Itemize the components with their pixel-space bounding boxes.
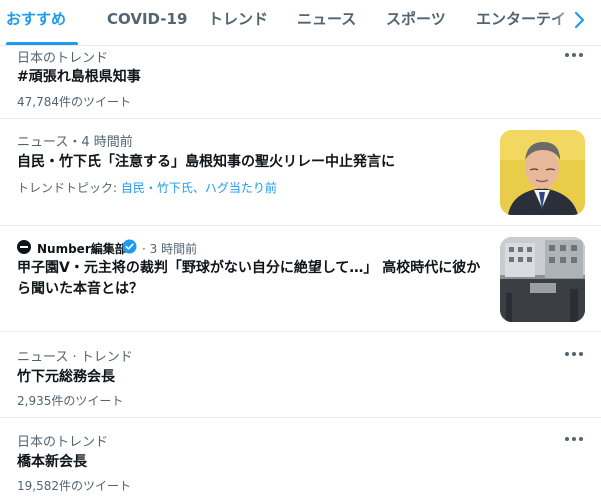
trend-item[interactable]: 日本のトレンド #頑張れ島根県知事 47,784件のツイート — [0, 46, 601, 119]
explore-tabs: おすすめ COVID-19 トレンド ニュース スポーツ エンターテイ — [0, 0, 601, 46]
tab-sports[interactable]: スポーツ — [386, 0, 446, 45]
trend-meta: ニュース · トレンド — [17, 350, 133, 365]
trend-tweet-count: 2,935件のツイート — [17, 394, 124, 408]
trend-item[interactable]: 日本のトレンド 橋本新会長 19,582件のツイート — [0, 418, 601, 498]
tab-news[interactable]: ニュース — [297, 0, 356, 45]
trend-title: #頑張れ島根県知事 — [17, 69, 141, 85]
news-photo-thumbnail — [500, 130, 585, 215]
tab-recommended[interactable]: おすすめ — [6, 0, 66, 45]
source-name: Number編集部 — [37, 242, 127, 256]
trend-meta: 日本のトレンド — [17, 435, 109, 450]
trend-meta: 日本のトレンド — [17, 51, 109, 66]
trending-topic-line: トレンドトピック: 自民・竹下氏、ハグ当たり前 — [17, 179, 277, 196]
trend-tweet-count: 47,784件のツイート — [17, 95, 131, 109]
topic-label: トレンドトピック: — [17, 181, 121, 195]
tab-covid19[interactable]: COVID-19 — [107, 0, 187, 45]
more-options-icon[interactable] — [564, 50, 584, 60]
trend-title: 橋本新会長 — [17, 454, 87, 470]
more-options-icon[interactable] — [564, 349, 584, 359]
verified-badge-icon — [122, 239, 137, 254]
more-options-icon[interactable] — [564, 434, 584, 444]
news-item[interactable]: Number編集部 · 3 時間前 甲子園V・元主将の裁判「野球がない自分に絶望… — [0, 226, 601, 332]
news-headline: 自民・竹下氏「注意する」島根知事の聖火リレー中止発言に — [17, 154, 395, 170]
trend-tweet-count: 19,582件のツイート — [17, 479, 131, 493]
topic-links[interactable]: 自民・竹下氏、ハグ当たり前 — [121, 181, 277, 195]
source-logo-icon — [17, 240, 31, 254]
news-meta: ニュース・4 時間前 — [17, 135, 133, 150]
news-time: · 3 時間前 — [142, 242, 198, 256]
tab-trends[interactable]: トレンド — [208, 0, 268, 45]
courthouse-photo-thumbnail — [500, 237, 585, 322]
news-headline: 甲子園V・元主将の裁判「野球がない自分に絶望して…」 高校時代に彼から聞いた本音… — [17, 260, 481, 297]
chevron-right-icon[interactable] — [571, 9, 589, 31]
trend-title: 竹下元総務会長 — [17, 369, 115, 385]
news-item[interactable]: ニュース・4 時間前 自民・竹下氏「注意する」島根知事の聖火リレー中止発言に ト… — [0, 119, 601, 226]
trend-item[interactable]: ニュース · トレンド 竹下元総務会長 2,935件のツイート — [0, 332, 601, 418]
